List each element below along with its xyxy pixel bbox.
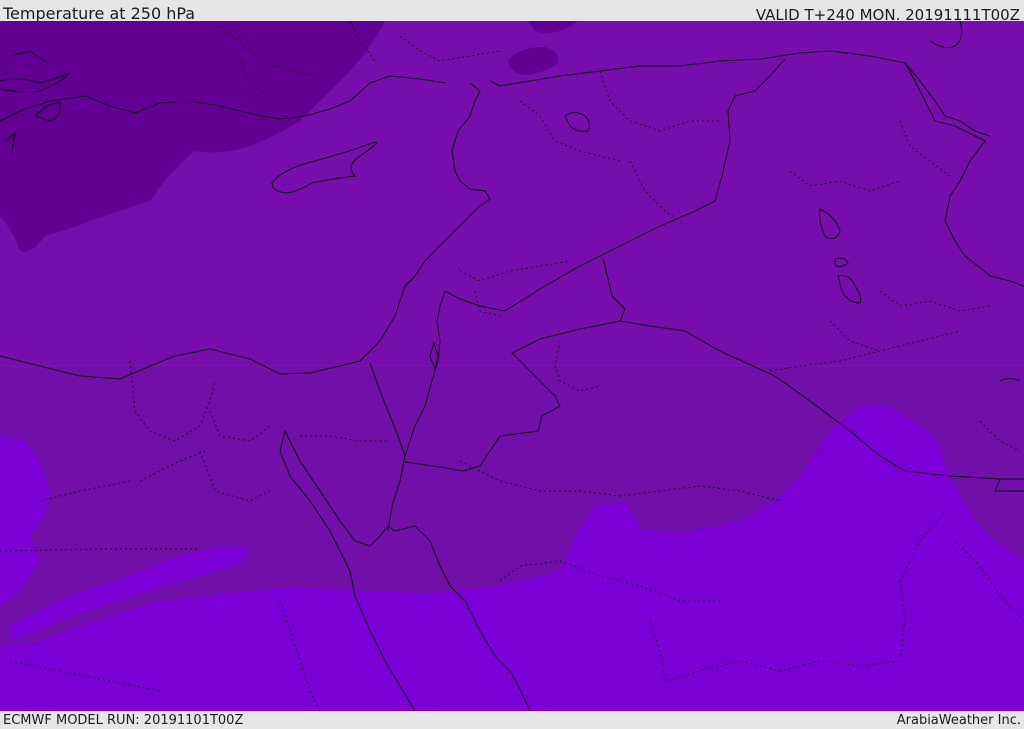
credit-label: ArabiaWeather Inc. <box>896 713 1021 728</box>
temperature-map <box>0 21 1024 711</box>
model-run-label: ECMWF MODEL RUN: 20191101T00Z <box>3 713 244 728</box>
footer-bar: ECMWF MODEL RUN: 20191101T00Z ArabiaWeat… <box>0 711 1024 729</box>
header-bar: Temperature at 250 hPa VALID T+240 MON. … <box>0 0 1024 24</box>
